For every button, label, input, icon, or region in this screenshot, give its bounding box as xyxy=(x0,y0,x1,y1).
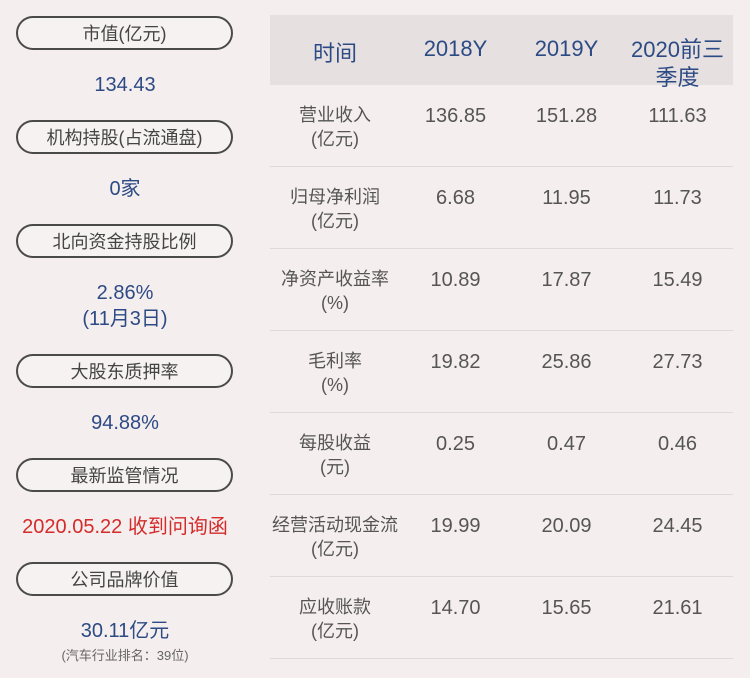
table-row: 营业收入 (亿元) 136.85 151.28 111.63 xyxy=(270,85,733,167)
financials-table: 时间 2018Y 2019Y 2020前三季度 营业收入 (亿元) 136.85 … xyxy=(270,15,733,659)
cell-value: 11.73 xyxy=(653,187,702,209)
market-cap-value: 134.43 xyxy=(94,74,156,96)
cell-value: 24.45 xyxy=(652,515,703,537)
institutional-holding-label: 机构持股(占流通盘) xyxy=(16,120,233,154)
institutional-holding-value: 0家 xyxy=(109,178,141,200)
header-2019: 2019Y xyxy=(534,36,599,61)
cell-value: 19.99 xyxy=(430,515,481,537)
pledge-rate-label: 大股东质押率 xyxy=(16,354,233,388)
cell-value: 17.87 xyxy=(541,269,592,291)
cell-value: 136.85 xyxy=(424,105,487,127)
table-row: 每股收益 (元) 0.25 0.47 0.46 xyxy=(270,413,733,495)
brand-value-label: 公司品牌价值 xyxy=(16,562,233,596)
table-header: 时间 2018Y 2019Y 2020前三季度 xyxy=(270,15,733,90)
northbound-ratio-label: 北向资金持股比例 xyxy=(16,224,233,258)
regulatory-status-value: 2020.05.22 收到问询函 xyxy=(22,516,228,538)
cell-value: 15.65 xyxy=(541,597,592,619)
table-row: 毛利率 (%) 19.82 25.86 27.73 xyxy=(270,331,733,413)
cell-value: 27.73 xyxy=(652,351,703,373)
cell-value: 151.28 xyxy=(535,105,598,127)
cell-value: 0.47 xyxy=(547,433,586,455)
regulatory-status-label: 最新监管情况 xyxy=(16,458,233,492)
cell-value: 6.68 xyxy=(436,187,475,209)
cell-value: 111.63 xyxy=(648,105,707,127)
row-label: 营业收入 (亿元) xyxy=(299,105,371,149)
metrics-panel: 市值(亿元) 134.43 机构持股(占流通盘) 0家 北向资金持股比例 2.8… xyxy=(0,0,250,678)
table-row: 经营活动现金流 (亿元) 19.99 20.09 24.45 xyxy=(270,495,733,577)
row-label: 每股收益 (元) xyxy=(299,433,371,477)
cell-value: 25.86 xyxy=(541,351,592,373)
cell-value: 10.89 xyxy=(430,269,481,291)
cell-value: 21.61 xyxy=(652,597,703,619)
row-label: 经营活动现金流 (亿元) xyxy=(272,515,398,559)
cell-value: 14.70 xyxy=(430,597,481,619)
header-time: 时间 xyxy=(312,41,357,66)
northbound-ratio-value: 2.86% xyxy=(96,282,154,304)
row-label: 应收账款 (亿元) xyxy=(299,597,371,641)
cell-value: 0.25 xyxy=(436,433,475,455)
northbound-ratio-date: (11月3日) xyxy=(82,308,168,330)
brand-value-value: 30.11亿元 xyxy=(80,620,170,642)
cell-value: 20.09 xyxy=(541,515,592,537)
market-cap-label: 市值(亿元) xyxy=(16,16,233,50)
cell-value: 11.95 xyxy=(542,187,591,209)
cell-value: 0.46 xyxy=(658,433,697,455)
table-row: 净资产收益率 (%) 10.89 17.87 15.49 xyxy=(270,249,733,331)
cell-value: 15.49 xyxy=(652,269,703,291)
brand-rank-note: (汽车行业排名：39位) xyxy=(61,648,189,663)
row-label: 净资产收益率 (%) xyxy=(281,269,389,313)
row-label: 毛利率 (%) xyxy=(308,351,362,395)
cell-value: 19.82 xyxy=(430,351,481,373)
header-2018: 2018Y xyxy=(423,36,488,61)
pledge-rate-value: 94.88% xyxy=(91,412,159,434)
header-2020q3: 2020前三季度 xyxy=(631,37,724,90)
table-row: 归母净利润 (亿元) 6.68 11.95 11.73 xyxy=(270,167,733,249)
table-row: 应收账款 (亿元) 14.70 15.65 21.61 xyxy=(270,577,733,659)
row-label: 归母净利润 (亿元) xyxy=(290,187,380,231)
